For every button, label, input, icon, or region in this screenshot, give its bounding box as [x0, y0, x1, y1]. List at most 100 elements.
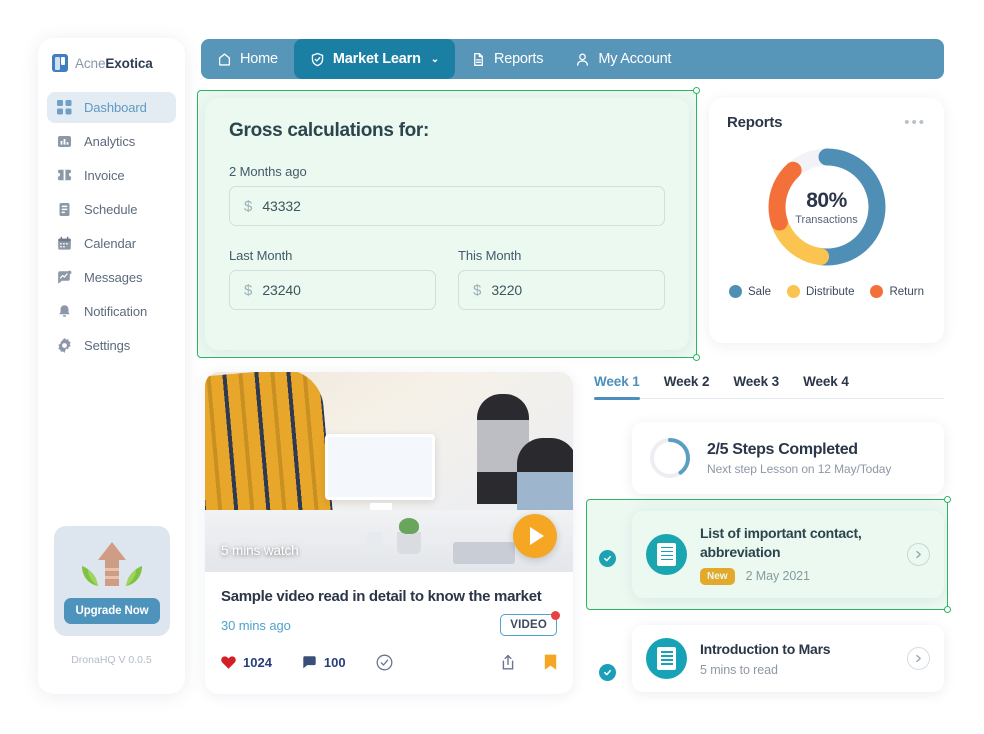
thumbnail-monitor — [325, 434, 435, 517]
nav-item-label: Reports — [493, 51, 544, 67]
legend-swatch — [729, 285, 742, 298]
steps-title: 2/5 Steps Completed — [707, 440, 858, 458]
last-month-input[interactable]: $ 23240 — [229, 270, 436, 310]
currency-icon: $ — [244, 197, 253, 215]
video-card: 5 mins watch Sample video read in detail… — [205, 372, 573, 694]
thumbnail-plant — [397, 518, 421, 554]
brand-suffix: Exotica — [105, 55, 153, 71]
input-value: 23240 — [262, 282, 301, 298]
sidebar-item-label: Schedule — [84, 202, 138, 217]
chevron-right-icon[interactable] — [907, 647, 930, 670]
reports-card: Reports ••• 80% Transactions Sale Distri… — [709, 98, 944, 343]
page-title: Gross calculations for: — [229, 120, 430, 141]
thumbnail-laptop — [453, 542, 515, 564]
sidebar-item-notification[interactable]: Notification — [47, 296, 176, 327]
sidebar-item-label: Analytics — [84, 134, 136, 149]
lesson-item[interactable]: Introduction to Mars 5 mins to read — [632, 625, 944, 692]
selection-handle[interactable] — [944, 496, 951, 503]
two-months-ago-input[interactable]: $ 43332 — [229, 186, 665, 226]
sidebar-item-invoice[interactable]: Invoice — [47, 160, 176, 191]
version-label: DronaHQ V 0.0.5 — [71, 654, 152, 666]
tab-week-2[interactable]: Week 2 — [664, 374, 710, 398]
nav-item-my-account[interactable]: My Account — [559, 39, 687, 79]
field-label-last-month: Last Month — [229, 248, 293, 263]
brand-logo[interactable]: AcneExotica — [38, 38, 185, 72]
bookmark-action[interactable] — [544, 653, 557, 671]
timeline-check-1 — [599, 550, 616, 567]
sidebar-item-schedule[interactable]: Schedule — [47, 194, 176, 225]
nav-item-label: Home — [240, 51, 278, 67]
calendar-icon — [57, 236, 72, 251]
play-icon[interactable] — [513, 514, 557, 558]
steps-subtitle: Next step Lesson on 12 May/Today — [707, 461, 892, 476]
currency-icon: $ — [244, 281, 253, 299]
lesson-date: 2 May 2021 — [745, 569, 810, 584]
sidebar-item-label: Settings — [84, 338, 131, 353]
lesson-title: Introduction to Mars — [700, 640, 831, 657]
reports-title: Reports — [727, 114, 783, 131]
tab-week-4[interactable]: Week 4 — [803, 374, 849, 398]
brand-prefix: Acne — [75, 55, 106, 71]
comment-count: 100 — [323, 654, 346, 670]
shield-check-icon — [310, 52, 325, 67]
sidebar: AcneExotica Dashboard Analytics Invoice … — [38, 38, 185, 694]
notification-dot-icon — [551, 611, 560, 620]
more-options-icon[interactable]: ••• — [904, 114, 926, 131]
top-navigation-bar: Home Market Learn ⌄ Reports My Account — [201, 39, 944, 79]
lesson-item-selected[interactable]: List of important contact, abbreviation … — [586, 496, 951, 613]
chevron-right-icon[interactable] — [907, 542, 930, 566]
bookmark-icon — [544, 653, 557, 671]
selection-handle[interactable] — [944, 605, 951, 613]
video-thumbnail[interactable]: 5 mins watch — [205, 372, 573, 572]
input-value: 3220 — [491, 282, 523, 298]
sidebar-item-calendar[interactable]: Calendar — [47, 228, 176, 259]
sidebar-item-messages[interactable]: Messages — [47, 262, 176, 293]
week-tabs: Week 1 Week 2 Week 3 Week 4 — [594, 374, 944, 400]
user-icon — [575, 52, 590, 67]
steps-progress-card: 2/5 Steps Completed Next step Lesson on … — [632, 422, 944, 494]
sidebar-item-label: Invoice — [84, 168, 125, 183]
weeks-panel: Week 1 Week 2 Week 3 Week 4 2/5 Steps Co… — [586, 374, 951, 692]
this-month-input[interactable]: $ 3220 — [458, 270, 665, 310]
legend-item-distribute: Distribute — [786, 285, 855, 298]
like-action[interactable]: 1024 — [221, 655, 272, 670]
sidebar-item-label: Notification — [84, 304, 148, 319]
mark-complete-action[interactable] — [376, 654, 393, 671]
legend-label: Sale — [748, 285, 772, 298]
legend-swatch — [786, 285, 800, 298]
sidebar-item-settings[interactable]: Settings — [47, 330, 176, 361]
nav-item-home[interactable]: Home — [201, 39, 294, 79]
document-circle-icon — [646, 638, 687, 679]
chevron-down-icon: ⌄ — [430, 53, 439, 65]
legend-item-sale: Sale — [729, 285, 771, 298]
tab-week-3[interactable]: Week 3 — [733, 374, 779, 398]
video-type-label: VIDEO — [510, 619, 547, 631]
nav-item-reports[interactable]: Reports — [455, 39, 559, 79]
legend-item-return: Return — [870, 285, 924, 298]
video-type-badge[interactable]: VIDEO — [500, 611, 560, 636]
sidebar-item-label: Dashboard — [84, 100, 147, 115]
comment-icon — [302, 655, 317, 670]
status-badge: New — [700, 567, 735, 585]
like-count: 1024 — [243, 654, 272, 670]
sidebar-item-analytics[interactable]: Analytics — [47, 126, 176, 157]
legend-label: Return — [889, 285, 924, 298]
book-logo-icon — [52, 54, 68, 72]
sidebar-item-dashboard[interactable]: Dashboard — [47, 92, 176, 123]
comment-action[interactable]: 100 — [302, 655, 346, 670]
share-action[interactable] — [500, 654, 516, 671]
sidebar-item-label: Messages — [84, 270, 143, 285]
selection-handle[interactable] — [693, 354, 700, 361]
video-title: Sample video read in detail to know the … — [221, 588, 542, 605]
nav-item-label: Market Learn — [332, 51, 421, 67]
field-label-this-month: This Month — [458, 248, 522, 263]
nav-item-market-learn[interactable]: Market Learn ⌄ — [293, 39, 455, 79]
upgrade-now-button[interactable]: Upgrade Now — [64, 598, 160, 624]
video-timestamp: 30 mins ago — [221, 617, 291, 633]
tab-week-1[interactable]: Week 1 — [594, 374, 640, 400]
lesson-title: List of important contact, abbreviation — [700, 525, 862, 560]
bar-chart-icon — [57, 134, 72, 149]
selection-handle[interactable] — [693, 87, 700, 94]
schedule-icon — [57, 202, 72, 217]
upgrade-panel: Upgrade Now — [54, 526, 170, 636]
